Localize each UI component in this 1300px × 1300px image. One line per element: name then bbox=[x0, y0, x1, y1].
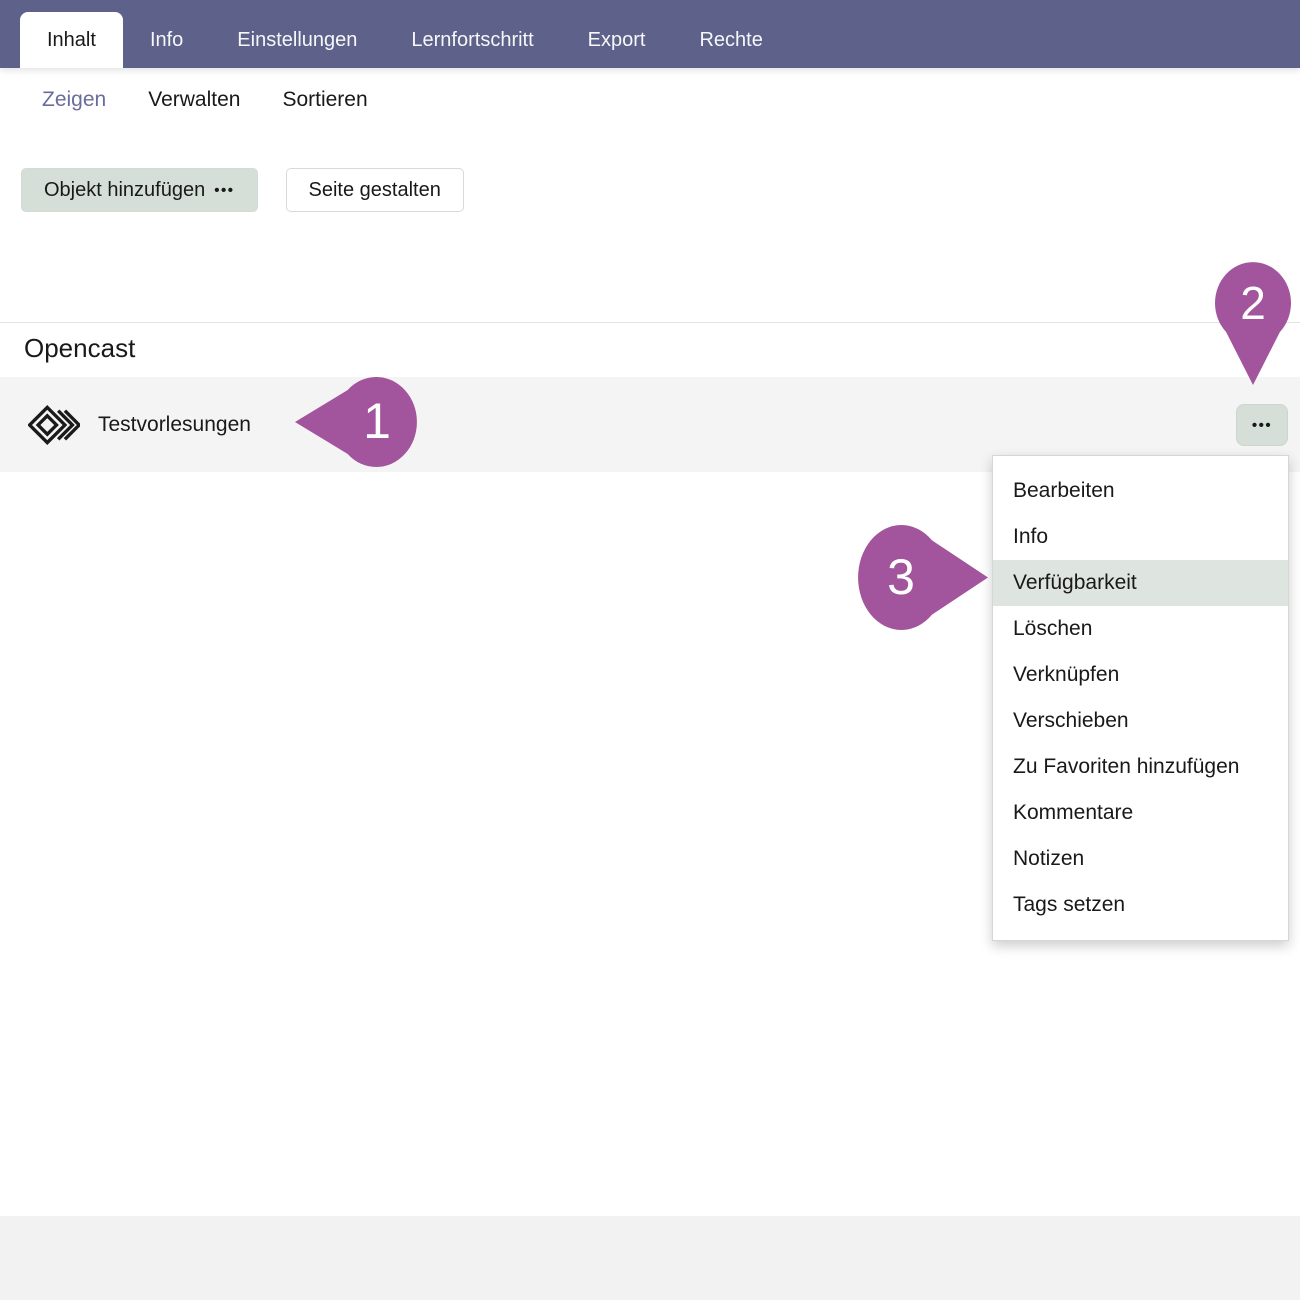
section-title: Opencast bbox=[24, 333, 1300, 364]
subtab-sortieren[interactable]: Sortieren bbox=[282, 88, 367, 112]
sub-tab-bar: Zeigen Verwalten Sortieren bbox=[0, 68, 368, 132]
design-page-button[interactable]: Seite gestalten bbox=[286, 168, 464, 212]
tab-rechte[interactable]: Rechte bbox=[672, 12, 789, 68]
subtab-zeigen[interactable]: Zeigen bbox=[42, 88, 106, 112]
menu-item-bearbeiten[interactable]: Bearbeiten bbox=[993, 468, 1288, 514]
marker-number: 3 bbox=[877, 552, 925, 602]
menu-item-tags-setzen[interactable]: Tags setzen bbox=[993, 882, 1288, 928]
tab-lernfortschritt[interactable]: Lernfortschritt bbox=[384, 12, 560, 68]
tab-label: Info bbox=[150, 29, 183, 52]
teardrop-left-icon bbox=[295, 377, 417, 467]
menu-item-kommentare[interactable]: Kommentare bbox=[993, 790, 1288, 836]
menu-item-verknuepfen[interactable]: Verknüpfen bbox=[993, 652, 1288, 698]
opencast-item-icon bbox=[28, 404, 80, 446]
tab-label: Lernfortschritt bbox=[411, 29, 533, 52]
menu-item-info[interactable]: Info bbox=[993, 514, 1288, 560]
annotation-marker-2: 2 bbox=[1215, 262, 1291, 385]
item-actions-menu: Bearbeiten Info Verfügbarkeit Löschen Ve… bbox=[992, 455, 1289, 941]
menu-item-zu-favoriten-hinzufuegen[interactable]: Zu Favoriten hinzufügen bbox=[993, 744, 1288, 790]
page: Inhalt Info Einstellungen Lernfortschrit… bbox=[0, 0, 1300, 1300]
design-page-label: Seite gestalten bbox=[309, 179, 441, 202]
tab-inhalt[interactable]: Inhalt bbox=[20, 12, 123, 68]
subtab-verwalten[interactable]: Verwalten bbox=[148, 88, 240, 112]
ellipsis-icon: ••• bbox=[214, 182, 234, 199]
annotation-marker-3: 3 bbox=[858, 525, 988, 630]
tab-label: Rechte bbox=[699, 29, 762, 52]
toolbar: Objekt hinzufügen ••• Seite gestalten bbox=[21, 168, 464, 212]
menu-item-verfuegbarkeit[interactable]: Verfügbarkeit bbox=[993, 560, 1288, 606]
tab-bar: Inhalt Info Einstellungen Lernfortschrit… bbox=[0, 0, 1300, 68]
marker-number: 2 bbox=[1215, 280, 1291, 326]
ellipsis-icon: ••• bbox=[1252, 417, 1272, 434]
menu-item-loeschen[interactable]: Löschen bbox=[993, 606, 1288, 652]
tab-label: Export bbox=[588, 29, 646, 52]
page-footer bbox=[0, 1216, 1300, 1300]
opencast-section: Opencast bbox=[0, 322, 1300, 364]
menu-item-notizen[interactable]: Notizen bbox=[993, 836, 1288, 882]
marker-number: 1 bbox=[357, 396, 397, 446]
item-actions-button[interactable]: ••• bbox=[1236, 404, 1288, 446]
tab-export[interactable]: Export bbox=[561, 12, 673, 68]
tab-einstellungen[interactable]: Einstellungen bbox=[210, 12, 384, 68]
tab-label: Einstellungen bbox=[237, 29, 357, 52]
menu-item-verschieben[interactable]: Verschieben bbox=[993, 698, 1288, 744]
tab-info[interactable]: Info bbox=[123, 12, 210, 68]
tab-label: Inhalt bbox=[47, 29, 96, 52]
item-title-link[interactable]: Testvorlesungen bbox=[98, 413, 251, 437]
add-object-label: Objekt hinzufügen bbox=[44, 179, 205, 202]
add-object-button[interactable]: Objekt hinzufügen ••• bbox=[21, 168, 258, 212]
annotation-marker-1: 1 bbox=[295, 377, 417, 467]
